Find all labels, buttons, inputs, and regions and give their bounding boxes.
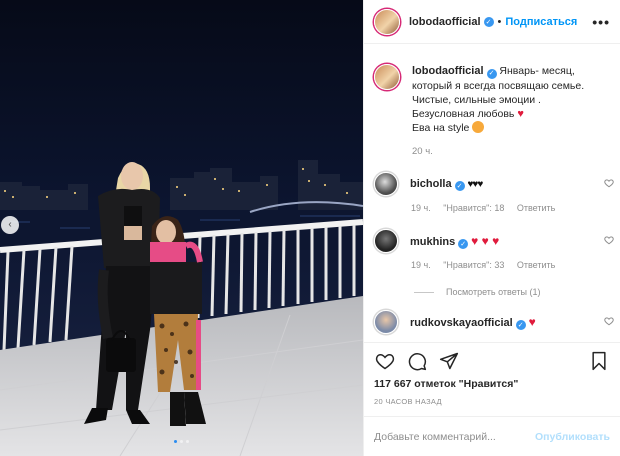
comment-row: rudkovskayaofficial ✓ ♥	[374, 310, 614, 334]
post-photo[interactable]: ‹	[0, 0, 363, 456]
red-heart-emoji-icon: ♥	[517, 108, 524, 120]
caption-line-4: Безусловная любовь	[412, 108, 515, 120]
carousel-dot	[186, 440, 189, 443]
carousel-dot	[174, 440, 177, 443]
comment-input[interactable]	[374, 430, 524, 443]
heart-outline-icon	[604, 317, 614, 326]
comment-item: rudkovskayaofficial ✓ ♥	[374, 310, 614, 334]
caption-line-4-wrap: Безусловная любовь ♥	[412, 107, 584, 121]
comment-likes[interactable]: "Нравится": 33	[443, 260, 504, 270]
comment-body: bicholla ✓ ♥♥♥	[410, 178, 483, 191]
comment-like-heart-icon[interactable]	[604, 178, 614, 191]
heart-outline-icon	[604, 179, 614, 188]
comment-likes[interactable]: "Нравится": 18	[443, 203, 504, 213]
verified-badge-icon: ✓	[515, 319, 526, 330]
caption-time[interactable]: 20 ч.	[412, 145, 584, 159]
reply-button[interactable]: Ответить	[517, 260, 555, 270]
comment-username[interactable]: rudkovskayaofficial	[410, 317, 513, 329]
comment-text: ♥	[528, 314, 536, 329]
avatar[interactable]	[374, 310, 398, 334]
comment-icon[interactable]	[406, 350, 428, 372]
avatar[interactable]	[374, 64, 400, 90]
caption-first-line: lobodaofficial ✓ Январь- месяц,	[412, 64, 584, 79]
bookmark-icon[interactable]	[588, 350, 610, 372]
action-bar	[364, 342, 620, 378]
comment-row: bicholla ✓ ♥♥♥	[374, 172, 614, 196]
comment-like-heart-icon[interactable]	[604, 235, 614, 248]
comment-meta: 19 ч. "Нравится": 18 Ответить	[411, 203, 614, 213]
comment-username[interactable]: bicholla	[410, 178, 452, 190]
send-paper-plane-icon	[439, 352, 459, 369]
verified-badge-icon: ✓	[486, 69, 497, 79]
instagram-post: ‹ lobodaofficial ✓ • Подписаться ••• lob…	[0, 0, 620, 456]
heart-icon[interactable]	[374, 350, 396, 372]
share-icon[interactable]	[438, 350, 460, 372]
comment-body: rudkovskayaofficial ✓ ♥	[410, 315, 536, 330]
comment-item: mukhins ✓ ♥ ♥ ♥ 19 ч. "Нравится": 33 Отве…	[374, 229, 614, 270]
save-bookmark-icon	[592, 351, 606, 370]
comment-item: bicholla ✓ ♥♥♥ 19 ч. "Нравится": 18 Ответ…	[374, 172, 614, 213]
heart-eyes-emoji-icon	[472, 121, 485, 133]
comment-like-heart-icon[interactable]	[604, 316, 614, 329]
caption-line-2: который я всегда посвящаю семье.	[412, 80, 585, 92]
view-replies-label: Посмотреть ответы (1)	[446, 287, 541, 297]
chevron-left-icon[interactable]: ‹	[1, 216, 19, 234]
reply-button[interactable]: Ответить	[517, 203, 555, 213]
comment-row: mukhins ✓ ♥ ♥ ♥	[374, 229, 614, 253]
follow-button[interactable]: Подписаться	[505, 16, 577, 28]
comment-bubble-icon	[408, 352, 427, 370]
more-options-icon[interactable]: •••	[592, 14, 610, 30]
comment-time[interactable]: 19 ч.	[411, 203, 431, 213]
caption-username[interactable]: lobodaofficial	[412, 65, 484, 77]
caption-line-5: Ева на style	[412, 122, 470, 134]
caption: lobodaofficial ✓ Январь- месяц, который я…	[374, 64, 614, 159]
comment-meta: 19 ч. "Нравится": 33 Ответить	[411, 260, 614, 270]
caption-text: lobodaofficial ✓ Январь- месяц, который я…	[412, 64, 584, 159]
header-dot: •	[497, 15, 502, 28]
avatar[interactable]	[374, 172, 398, 196]
carousel-dots	[0, 440, 363, 443]
like-heart-icon	[375, 353, 395, 369]
verified-badge-icon: ✓	[454, 180, 465, 191]
comment-time[interactable]: 19 ч.	[411, 260, 431, 270]
verified-badge-icon: ✓	[483, 16, 494, 27]
view-replies-button[interactable]: Посмотреть ответы (1)	[414, 287, 541, 297]
publish-button[interactable]: Опубликовать	[535, 431, 610, 443]
caption-line-3: Чистые, сильные эмоции .	[412, 94, 541, 106]
post-side-panel: lobodaofficial ✓ • Подписаться ••• lobod…	[363, 0, 620, 456]
heart-outline-icon	[604, 236, 614, 245]
verified-badge-icon: ✓	[458, 238, 469, 249]
comments-section: lobodaofficial ✓ Январь- месяц, который я…	[364, 44, 620, 342]
likes-count[interactable]: 117 667 отметок "Нравится"	[374, 378, 518, 390]
post-header: lobodaofficial ✓ • Подписаться •••	[364, 0, 620, 44]
replies-divider-line	[414, 291, 434, 293]
posted-time[interactable]: 20 ЧАСОВ НАЗАД	[374, 397, 442, 406]
post-photo-image	[0, 0, 363, 456]
carousel-dot	[180, 440, 183, 443]
comment-text: ♥ ♥ ♥	[471, 233, 500, 248]
add-comment-bar: Опубликовать	[364, 416, 620, 456]
comment-username[interactable]: mukhins	[410, 236, 455, 248]
comment-text: ♥♥♥	[467, 178, 483, 190]
avatar[interactable]	[374, 8, 400, 35]
header-username[interactable]: lobodaofficial	[409, 16, 481, 28]
caption-line-5-wrap: Ева на style	[412, 121, 584, 135]
avatar[interactable]	[374, 229, 398, 253]
comment-body: mukhins ✓ ♥ ♥ ♥	[410, 234, 499, 249]
caption-line-1: Январь- месяц,	[499, 65, 575, 77]
